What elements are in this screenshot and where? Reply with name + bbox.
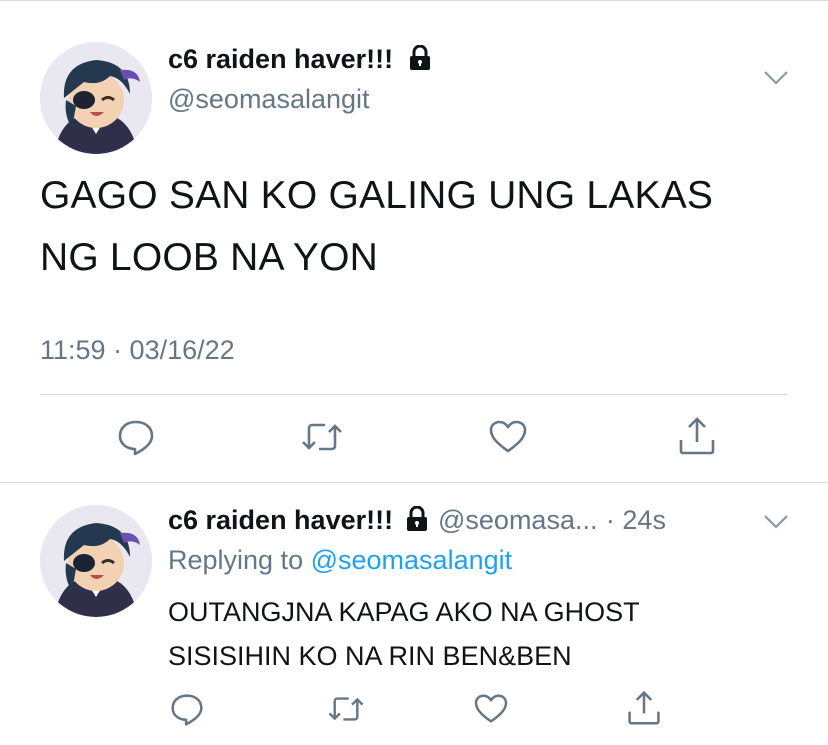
tweet-divider [0, 482, 828, 483]
actions-divider [40, 394, 788, 395]
reply-icon[interactable] [117, 418, 155, 456]
tweet-text-line2: NG LOOB NA YON [40, 236, 379, 279]
heart-icon[interactable] [489, 420, 527, 454]
tweet-text-line1: GAGO SAN KO GALING UNG LAKAS [40, 174, 714, 217]
reply-share-icon[interactable] [626, 690, 662, 726]
chevron-down-icon[interactable] [763, 70, 789, 91]
reply-text: OUTANGJNA KAPAG AKO NA GHOST SISISIHIN K… [168, 590, 788, 678]
timestamp[interactable]: 11:59 · 03/16/22 [40, 335, 235, 366]
reply-avatar[interactable] [40, 505, 152, 617]
reply-handle[interactable]: @seomasa... [438, 505, 597, 535]
reply-retweet-icon[interactable] [326, 694, 366, 724]
avatar[interactable] [40, 42, 152, 154]
retweet-icon[interactable] [299, 420, 345, 454]
handle[interactable]: @seomasalangit [168, 84, 370, 115]
reply-lock-icon [406, 505, 428, 537]
reply-avatar-image [40, 505, 152, 617]
reply-display-name[interactable]: c6 raiden haver!!! [168, 505, 393, 535]
display-name[interactable]: c6 raiden haver!!! [168, 44, 431, 78]
reply-text-line1: OUTANGJNA KAPAG AKO NA GHOST [168, 597, 640, 627]
reply-reply-icon[interactable] [170, 692, 204, 726]
reply-header: c6 raiden haver!!! @seomasa... · 24s [168, 505, 666, 537]
lock-icon [409, 44, 431, 78]
top-border [0, 0, 828, 1]
replying-to-label: Replying to [168, 545, 304, 575]
share-icon[interactable] [677, 416, 717, 456]
reply-time[interactable]: · 24s [606, 505, 666, 535]
tweet-text: GAGO SAN KO GALING UNG LAKAS NG LOOB NA … [40, 165, 800, 289]
replying-to-handle[interactable]: @seomasalangit [311, 545, 513, 575]
display-name-text: c6 raiden haver!!! [168, 44, 394, 74]
reply-chevron-down-icon[interactable] [763, 514, 789, 535]
reply-text-line2: SISISIHIN KO NA RIN BEN&BEN [168, 641, 572, 671]
avatar-image [40, 42, 152, 154]
reply-heart-icon[interactable] [474, 694, 508, 724]
replying-to: Replying to @seomasalangit [168, 545, 512, 576]
